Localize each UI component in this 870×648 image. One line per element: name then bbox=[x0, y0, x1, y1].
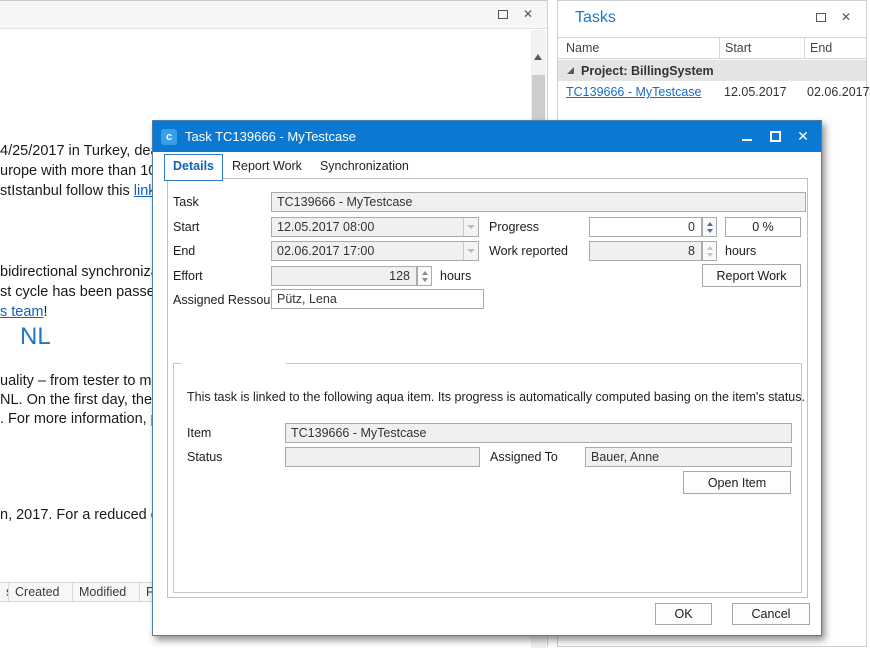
maximize-icon[interactable] bbox=[498, 10, 508, 19]
spinner-up-icon bbox=[707, 246, 713, 250]
status-label: Status bbox=[187, 450, 222, 464]
linked-item-info-text: This task is linked to the following aqu… bbox=[187, 390, 805, 404]
effort-spinner[interactable] bbox=[417, 266, 432, 286]
maximize-button[interactable] bbox=[761, 126, 789, 148]
doc-line: n, 2017. For a reduced er bbox=[0, 505, 164, 525]
close-icon[interactable]: ✕ bbox=[523, 9, 533, 19]
tab-details[interactable]: Details bbox=[164, 154, 223, 181]
table-row[interactable]: TC139666 - MyTestcase 12.05.2017 02.06.2… bbox=[558, 82, 866, 104]
progress-spinner[interactable] bbox=[702, 217, 717, 237]
assigned-resource-field[interactable]: Pütz, Lena bbox=[271, 289, 484, 309]
doc-line: st cycle has been passed bbox=[0, 282, 163, 302]
doc-line-text: ! bbox=[44, 304, 48, 320]
doc-hyperlink[interactable]: s team bbox=[0, 304, 44, 320]
effort-label: Effort bbox=[173, 269, 203, 283]
start-date-combo[interactable]: 12.05.2017 08:00 bbox=[271, 217, 479, 237]
doc-line: NL. On the first day, ther bbox=[0, 391, 164, 410]
tasks-panel-title: Tasks bbox=[575, 9, 616, 27]
table-column-header[interactable]: Created bbox=[9, 583, 73, 601]
doc-heading: NL bbox=[20, 323, 51, 351]
group-label: Project: BillingSystem bbox=[581, 64, 714, 78]
app-icon: c bbox=[161, 129, 177, 145]
doc-line: 4/25/2017 in Turkey, deal bbox=[0, 141, 164, 161]
table-column-header[interactable]: Modified bbox=[73, 583, 140, 601]
doc-line: uality – from tester to mar bbox=[0, 372, 164, 391]
task-dialog: c Task TC139666 - MyTestcase ✕ Details R… bbox=[152, 120, 822, 636]
doc-line: urope with more than 100 bbox=[0, 161, 164, 181]
spinner-down-icon[interactable] bbox=[422, 278, 428, 282]
tasks-table-header: Name Start End bbox=[558, 37, 866, 59]
task-field: TC139666 - MyTestcase bbox=[271, 192, 806, 212]
item-label: Item bbox=[187, 426, 211, 440]
minimize-icon bbox=[742, 139, 752, 141]
minimize-button[interactable] bbox=[733, 126, 761, 148]
document-paragraph: uality – from tester to mar NL. On the f… bbox=[0, 372, 164, 429]
task-name-link[interactable]: TC139666 - MyTestcase bbox=[566, 85, 701, 99]
column-header-start[interactable]: Start bbox=[719, 38, 804, 58]
doc-line-text: stIstanbul follow this bbox=[0, 183, 134, 199]
close-button[interactable]: ✕ bbox=[789, 126, 817, 148]
work-unit-label: hours bbox=[725, 244, 756, 258]
document-paragraph: 4/25/2017 in Turkey, deal urope with mor… bbox=[0, 141, 164, 201]
table-column-header[interactable]: Pa bbox=[140, 583, 152, 601]
group-expand-icon[interactable] bbox=[567, 67, 574, 74]
task-end-cell: 02.06.2017 bbox=[807, 85, 870, 99]
tab-synchronization[interactable]: Synchronization bbox=[311, 154, 418, 181]
task-label: Task bbox=[173, 195, 199, 209]
work-reported-label: Work reported bbox=[489, 244, 568, 258]
chevron-down-icon[interactable] bbox=[463, 242, 478, 260]
maximize-icon[interactable] bbox=[816, 13, 826, 22]
cancel-button[interactable]: Cancel bbox=[732, 603, 810, 625]
doc-line: s team! bbox=[0, 302, 163, 322]
doc-line: . For more information, pl bbox=[0, 410, 164, 429]
start-value: 12.05.2017 08:00 bbox=[277, 220, 374, 234]
ok-button[interactable]: OK bbox=[655, 603, 712, 625]
end-date-combo[interactable]: 02.06.2017 17:00 bbox=[271, 241, 479, 261]
spinner-down-icon[interactable] bbox=[707, 229, 713, 233]
open-item-button[interactable]: Open Item bbox=[683, 471, 791, 494]
effort-field: 128 bbox=[271, 266, 417, 286]
close-icon: ✕ bbox=[797, 128, 809, 145]
table-column-header[interactable]: s bbox=[0, 583, 9, 601]
background-window-titlebar: ✕ bbox=[0, 1, 547, 29]
spinner-down-icon bbox=[707, 253, 713, 257]
report-work-button[interactable]: Report Work bbox=[702, 264, 801, 287]
maximize-icon bbox=[770, 131, 781, 142]
close-icon[interactable]: ✕ bbox=[841, 12, 851, 22]
document-paragraph: bidirectional synchronizat st cycle has … bbox=[0, 262, 163, 322]
doc-line: bidirectional synchronizat bbox=[0, 262, 163, 282]
tab-strip: Details Report Work Synchronization bbox=[164, 154, 418, 181]
work-reported-spinner bbox=[702, 241, 717, 261]
tab-report-work[interactable]: Report Work bbox=[223, 154, 311, 181]
progress-percent-display: 0 % bbox=[725, 217, 801, 237]
spinner-up-icon[interactable] bbox=[422, 271, 428, 275]
dialog-title: Task TC139666 - MyTestcase bbox=[185, 129, 356, 144]
groupbox-caption-gap bbox=[182, 362, 286, 366]
status-field bbox=[285, 447, 480, 467]
column-header-name[interactable]: Name bbox=[558, 38, 719, 58]
end-value: 02.06.2017 17:00 bbox=[277, 244, 374, 258]
linked-item-groupbox: This task is linked to the following aqu… bbox=[173, 363, 802, 593]
assigned-to-label: Assigned To bbox=[490, 450, 558, 464]
doc-line: stIstanbul follow this link. bbox=[0, 181, 164, 201]
task-group-row[interactable]: Project: BillingSystem bbox=[558, 60, 866, 81]
start-label: Start bbox=[173, 220, 199, 234]
progress-field[interactable]: 0 bbox=[589, 217, 702, 237]
document-table-header: s Created Modified Pa bbox=[0, 582, 152, 602]
task-start-cell: 12.05.2017 bbox=[724, 85, 787, 99]
spinner-up-icon[interactable] bbox=[707, 222, 713, 226]
chevron-down-icon[interactable] bbox=[463, 218, 478, 236]
scroll-up-icon[interactable] bbox=[534, 54, 542, 60]
progress-label: Progress bbox=[489, 220, 539, 234]
work-reported-field: 8 bbox=[589, 241, 702, 261]
dialog-titlebar[interactable]: c Task TC139666 - MyTestcase ✕ bbox=[153, 121, 821, 152]
effort-unit-label: hours bbox=[440, 269, 471, 283]
item-field: TC139666 - MyTestcase bbox=[285, 423, 792, 443]
end-label: End bbox=[173, 244, 195, 258]
column-header-end[interactable]: End bbox=[804, 38, 866, 58]
assigned-to-field: Bauer, Anne bbox=[585, 447, 792, 467]
